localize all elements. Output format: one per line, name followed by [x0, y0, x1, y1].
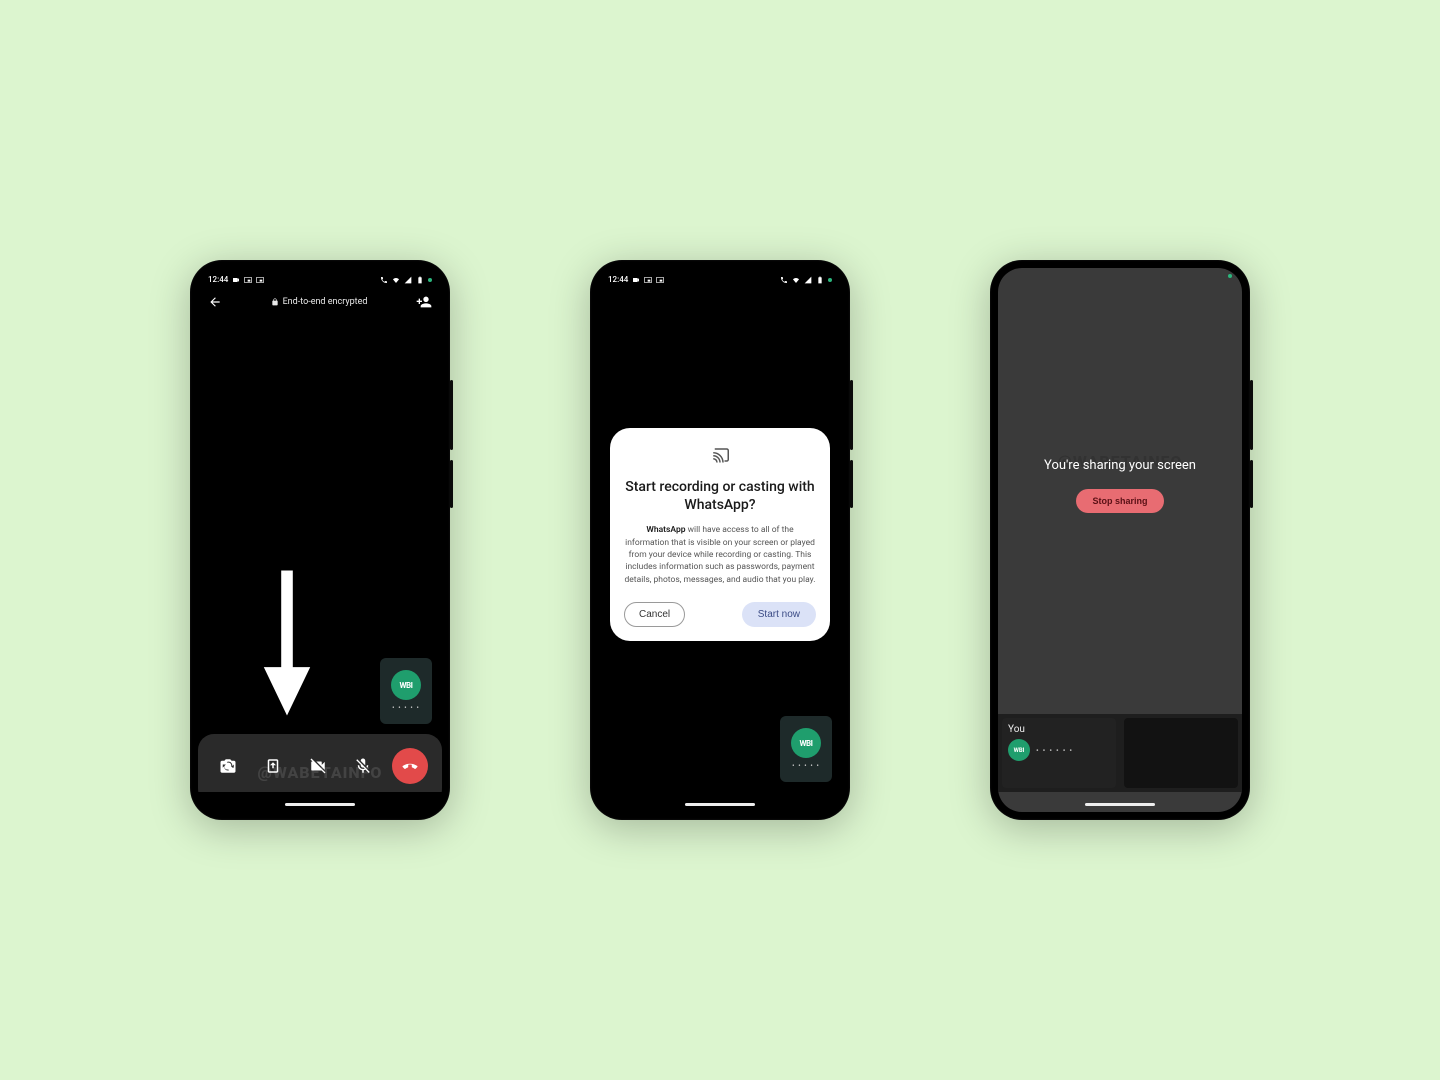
- flip-camera-button[interactable]: [212, 750, 244, 782]
- status-time: 12:44: [208, 275, 228, 284]
- dialog-body: WhatsApp will have access to all of the …: [624, 524, 816, 586]
- participant-remote-tile[interactable]: [1124, 718, 1238, 788]
- self-video-pip[interactable]: WBI • • • • •: [780, 716, 832, 782]
- permission-dialog: Start recording or casting with WhatsApp…: [610, 428, 830, 641]
- avatar-badge: WBI: [1008, 739, 1030, 761]
- participant-name-dots: • • • • • •: [1036, 746, 1073, 755]
- phone-side-button: [850, 460, 853, 508]
- cancel-button[interactable]: Cancel: [624, 602, 685, 627]
- battery-icon: [416, 276, 424, 284]
- videocam-icon: [632, 276, 640, 284]
- phone-icon: [780, 276, 788, 284]
- signal-icon: [804, 276, 812, 284]
- screen-share-status: You're sharing your screen Stop sharing: [998, 458, 1242, 513]
- back-arrow-icon[interactable]: [208, 295, 222, 309]
- participant-strip: You WBI • • • • • •: [998, 714, 1242, 792]
- picture-in-picture-icon: [256, 276, 264, 284]
- lock-icon: [271, 298, 279, 306]
- end-call-button[interactable]: [392, 748, 428, 784]
- wifi-icon: [792, 276, 800, 284]
- participant-label: You: [1008, 724, 1110, 735]
- phone-side-button: [450, 380, 453, 450]
- cast-icon: [711, 446, 729, 464]
- status-dot-icon: [428, 278, 432, 282]
- phone-mockup-2: 12:44 WBI • • • • • Start recording or c…: [590, 260, 850, 820]
- picture-in-picture-icon: [644, 276, 652, 284]
- dialog-actions: Cancel Start now: [624, 602, 816, 627]
- participant-self-tile[interactable]: You WBI • • • • • •: [1002, 718, 1116, 788]
- signal-icon: [404, 276, 412, 284]
- arrow-pointer-icon: [258, 568, 316, 718]
- pip-name-dots: • • • • •: [792, 762, 820, 770]
- watermark-text: @WABETAINFO: [258, 763, 383, 782]
- status-bar: 12:44: [198, 268, 442, 288]
- gesture-bar: [1085, 803, 1155, 806]
- avatar-badge: WBI: [391, 670, 421, 700]
- start-now-button[interactable]: Start now: [742, 602, 816, 627]
- phone-side-button: [1250, 460, 1253, 508]
- call-top-bar: End-to-end encrypted: [198, 288, 442, 316]
- encryption-label: End-to-end encrypted: [283, 297, 368, 307]
- status-time: 12:44: [608, 275, 628, 284]
- pip-name-dots: • • • • •: [392, 704, 420, 712]
- privacy-indicator-dot: [1228, 274, 1232, 278]
- phone-side-button: [1250, 380, 1253, 450]
- add-participant-icon[interactable]: [416, 294, 432, 310]
- videocam-icon: [232, 276, 240, 284]
- phone-icon: [380, 276, 388, 284]
- stop-sharing-button[interactable]: Stop sharing: [1076, 489, 1163, 513]
- phone-mockup-3: @WABETAINFO You're sharing your screen S…: [990, 260, 1250, 820]
- dialog-app-name: WhatsApp: [646, 525, 685, 535]
- self-video-pip[interactable]: WBI • • • • •: [380, 658, 432, 724]
- phone-mockup-1: 12:44 End-to-end encrypted WBI: [190, 260, 450, 820]
- sharing-message: You're sharing your screen: [998, 458, 1242, 473]
- picture-in-picture-icon: [244, 276, 252, 284]
- gesture-bar: [685, 803, 755, 806]
- encryption-indicator: End-to-end encrypted: [271, 297, 368, 307]
- phone-screen: 12:44 End-to-end encrypted WBI: [198, 268, 442, 812]
- phone-side-button: [450, 460, 453, 508]
- battery-icon: [816, 276, 824, 284]
- wifi-icon: [392, 276, 400, 284]
- phone-side-button: [850, 380, 853, 450]
- avatar-badge: WBI: [791, 728, 821, 758]
- dialog-title: Start recording or casting with WhatsApp…: [624, 478, 816, 514]
- status-bar: 12:44: [598, 268, 842, 288]
- phone-screen: @WABETAINFO You're sharing your screen S…: [998, 268, 1242, 812]
- status-dot-icon: [828, 278, 832, 282]
- picture-in-picture-icon: [656, 276, 664, 284]
- phone-screen: 12:44 WBI • • • • • Start recording or c…: [598, 268, 842, 812]
- gesture-bar: [285, 803, 355, 806]
